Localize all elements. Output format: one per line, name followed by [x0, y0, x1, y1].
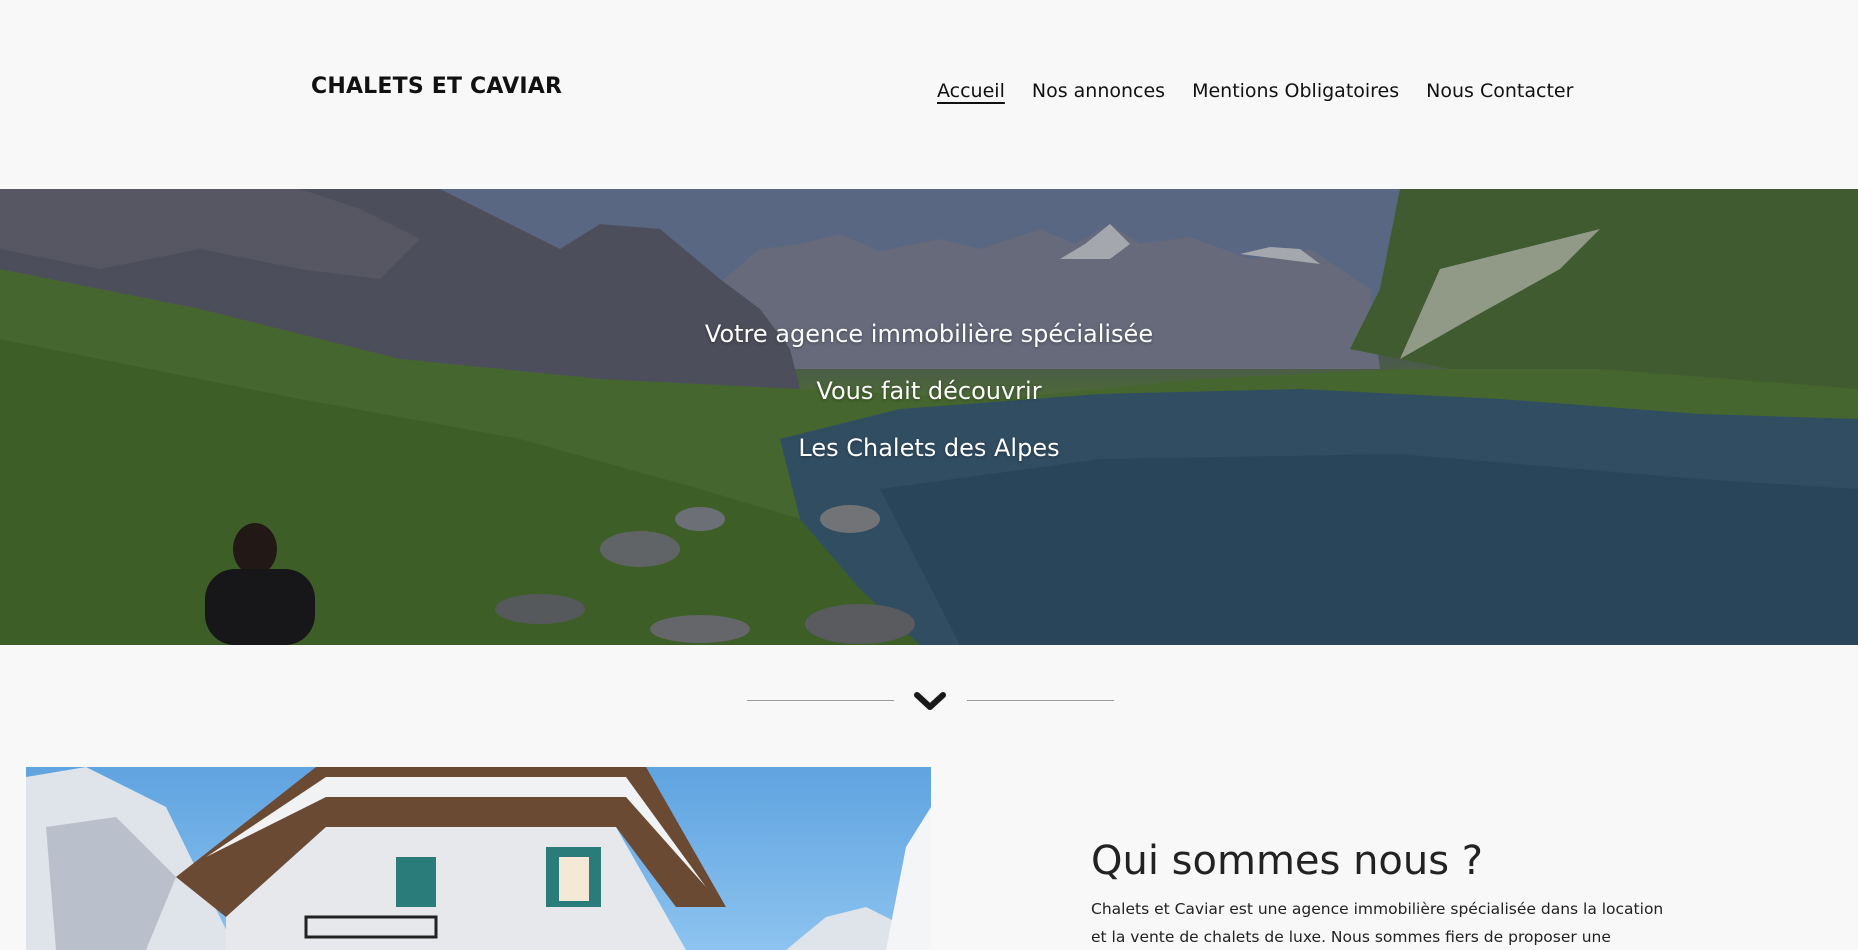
hero-banner: Votre agence immobilière spécialisée Vou…: [0, 189, 1858, 645]
nav-item-nous-contacter[interactable]: Nous Contacter: [1426, 80, 1573, 102]
hero-line-2: Vous fait découvrir: [816, 377, 1042, 405]
site-title[interactable]: CHALETS ET CAVIAR: [311, 74, 562, 99]
chevron-down-icon[interactable]: [913, 689, 947, 713]
site-header: CHALETS ET CAVIAR Accueil Nos annonces M…: [0, 0, 1858, 189]
divider-line-right: [967, 700, 1114, 701]
nav-item-accueil[interactable]: Accueil: [937, 80, 1005, 102]
main-nav: Accueil Nos annonces Mentions Obligatoir…: [937, 80, 1573, 102]
hero-line-1: Votre agence immobilière spécialisée: [704, 320, 1154, 348]
section-divider: [0, 684, 1858, 718]
chalet-image: [26, 767, 931, 950]
hero-line-3: Les Chalets des Alpes: [798, 434, 1060, 462]
about-title: Qui sommes nous ?: [1091, 838, 1484, 884]
divider-line-left: [747, 700, 894, 701]
hero-landscape-image: [0, 189, 1858, 645]
chalet-photo: [26, 767, 931, 950]
nav-item-nos-annonces[interactable]: Nos annonces: [1032, 80, 1165, 102]
nav-item-mentions-obligatoires[interactable]: Mentions Obligatoires: [1192, 80, 1399, 102]
about-text: Chalets et Caviar est une agence immobil…: [1091, 900, 1664, 946]
